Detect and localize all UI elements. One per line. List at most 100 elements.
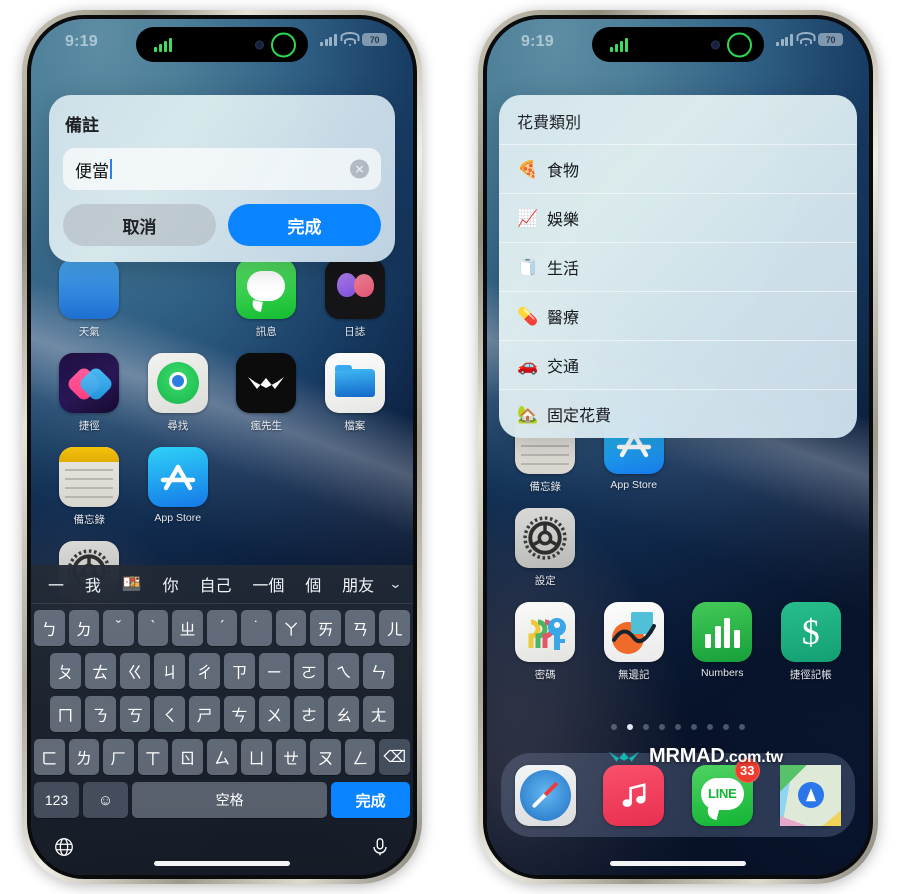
page-dot[interactable] xyxy=(739,724,745,730)
key[interactable]: ㄩ xyxy=(241,739,272,775)
numeric-key[interactable]: 123 xyxy=(34,782,80,818)
suggestion-item[interactable]: 自己 xyxy=(194,572,236,596)
key[interactable]: ㄙ xyxy=(206,739,238,775)
home-indicator[interactable] xyxy=(154,861,290,866)
app-files[interactable]: 檔案 xyxy=(319,353,391,433)
page-dot-active[interactable] xyxy=(627,724,633,730)
suggestion-item[interactable]: 一個 xyxy=(247,572,289,596)
key[interactable]: ㄅ xyxy=(34,610,65,646)
key[interactable]: ㄍ xyxy=(119,653,151,689)
page-dot[interactable] xyxy=(675,724,681,730)
page-dot[interactable] xyxy=(691,724,697,730)
app-expense-tracker[interactable]: $ 捷徑記帳 xyxy=(775,602,847,682)
suggestion-item[interactable]: 個 xyxy=(300,572,326,596)
chevron-down-icon[interactable]: ⌄ xyxy=(389,576,403,592)
suggestion-item[interactable]: 🍱 xyxy=(117,574,147,594)
key[interactable]: ㄓ xyxy=(172,610,203,646)
key[interactable]: ㄐ xyxy=(154,653,186,689)
app-passwords[interactable]: 密碼 xyxy=(509,602,581,682)
key[interactable]: ㄔ xyxy=(189,653,220,689)
page-dot[interactable] xyxy=(611,724,617,730)
category-row[interactable]: 📈 娛樂 xyxy=(499,193,857,242)
category-row[interactable]: 💊 醫療 xyxy=(499,291,857,340)
empty-slot xyxy=(319,447,391,527)
app-messages[interactable]: 訊息 xyxy=(230,259,302,339)
done-button[interactable]: 完成 xyxy=(228,204,381,246)
app-mrmad[interactable]: 瘋先生 xyxy=(230,353,302,433)
key[interactable]: ˙ xyxy=(241,610,272,646)
app-find-my[interactable]: 尋找 xyxy=(142,353,214,433)
key[interactable]: ˊ xyxy=(206,610,238,646)
key[interactable]: ㄤ xyxy=(363,696,394,732)
app-freeform[interactable]: 無邊記 xyxy=(598,602,670,682)
backspace-icon[interactable]: ⌫ xyxy=(379,739,411,775)
key[interactable]: ㄗ xyxy=(224,653,255,689)
key[interactable]: ㄦ xyxy=(379,610,411,646)
key[interactable]: ㄆ xyxy=(50,653,81,689)
key[interactable]: ㄋ xyxy=(84,696,116,732)
key[interactable]: ㄧ xyxy=(258,653,290,689)
key[interactable]: ㄎ xyxy=(119,696,151,732)
category-row[interactable]: 🧻 生活 xyxy=(499,242,857,291)
key[interactable]: ㄉ xyxy=(68,610,100,646)
key[interactable]: ㄣ xyxy=(363,653,394,689)
key[interactable]: ㄌ xyxy=(68,739,100,775)
category-row[interactable]: 🍕 食物 xyxy=(499,144,857,193)
clear-text-icon[interactable]: ✕ xyxy=(350,159,369,179)
key[interactable]: ˋ xyxy=(137,610,169,646)
app-notes[interactable]: 備忘錄 xyxy=(53,447,125,527)
key[interactable]: ㄊ xyxy=(84,653,116,689)
dynamic-island[interactable] xyxy=(136,27,308,62)
key[interactable]: ㄡ xyxy=(310,739,341,775)
key[interactable]: ㄏ xyxy=(103,739,134,775)
app-journal[interactable]: 日誌 xyxy=(319,259,391,339)
key[interactable]: ㄖ xyxy=(172,739,203,775)
key[interactable]: ㄝ xyxy=(275,739,307,775)
key[interactable]: ㄑ xyxy=(154,696,186,732)
microphone-icon[interactable] xyxy=(369,836,391,863)
dynamic-island[interactable] xyxy=(592,27,764,62)
page-dot[interactable] xyxy=(659,724,665,730)
key[interactable]: ˇ xyxy=(103,610,134,646)
home-indicator[interactable] xyxy=(610,861,746,866)
key[interactable]: ㄇ xyxy=(50,696,81,732)
app-shortcuts[interactable]: 捷徑 xyxy=(53,353,125,433)
key[interactable]: ㄟ xyxy=(328,653,360,689)
page-dot[interactable] xyxy=(723,724,729,730)
globe-icon[interactable] xyxy=(53,836,75,863)
key[interactable]: ㄠ xyxy=(328,696,360,732)
key[interactable]: ㄒ xyxy=(137,739,169,775)
key[interactable]: ㄜ xyxy=(293,696,325,732)
app-settings[interactable]: 設定 xyxy=(509,508,581,588)
suggestion-item[interactable]: 你 xyxy=(158,572,184,596)
key[interactable]: ㄨ xyxy=(258,696,290,732)
key[interactable]: ㄕ xyxy=(189,696,220,732)
key[interactable]: ㄚ xyxy=(275,610,307,646)
music-icon[interactable] xyxy=(603,764,665,826)
emoji-icon[interactable]: ☺ xyxy=(83,782,129,818)
maps-icon[interactable] xyxy=(780,764,842,826)
page-dot[interactable] xyxy=(643,724,649,730)
key[interactable]: ㄈ xyxy=(34,739,65,775)
key[interactable]: ㄞ xyxy=(310,610,341,646)
safari-icon[interactable] xyxy=(514,764,576,826)
note-input-field[interactable]: 便當 ✕ xyxy=(63,148,381,190)
app-weather[interactable]: 天氣 xyxy=(53,259,125,339)
space-key[interactable]: 空格 xyxy=(132,782,328,818)
suggestion-item[interactable]: 我 xyxy=(80,572,106,596)
page-dot[interactable] xyxy=(707,724,713,730)
key[interactable]: ㄛ xyxy=(293,653,325,689)
return-key[interactable]: 完成 xyxy=(331,782,410,818)
category-row[interactable]: 🏡 固定花費 xyxy=(499,389,857,438)
line-icon[interactable]: LINE 33 xyxy=(691,757,760,826)
key[interactable]: ㄥ xyxy=(344,739,376,775)
suggestion-item[interactable]: 朋友 xyxy=(337,572,379,596)
category-row[interactable]: 🚗 交通 xyxy=(499,340,857,389)
app-numbers[interactable]: Numbers xyxy=(686,602,758,682)
suggestion-item[interactable]: 一 xyxy=(43,572,69,596)
app-label: 備忘錄 xyxy=(73,514,106,526)
key[interactable]: ㄘ xyxy=(224,696,255,732)
cancel-button[interactable]: 取消 xyxy=(63,204,216,246)
key[interactable]: ㄢ xyxy=(344,610,376,646)
app-app-store[interactable]: App Store xyxy=(142,447,214,527)
